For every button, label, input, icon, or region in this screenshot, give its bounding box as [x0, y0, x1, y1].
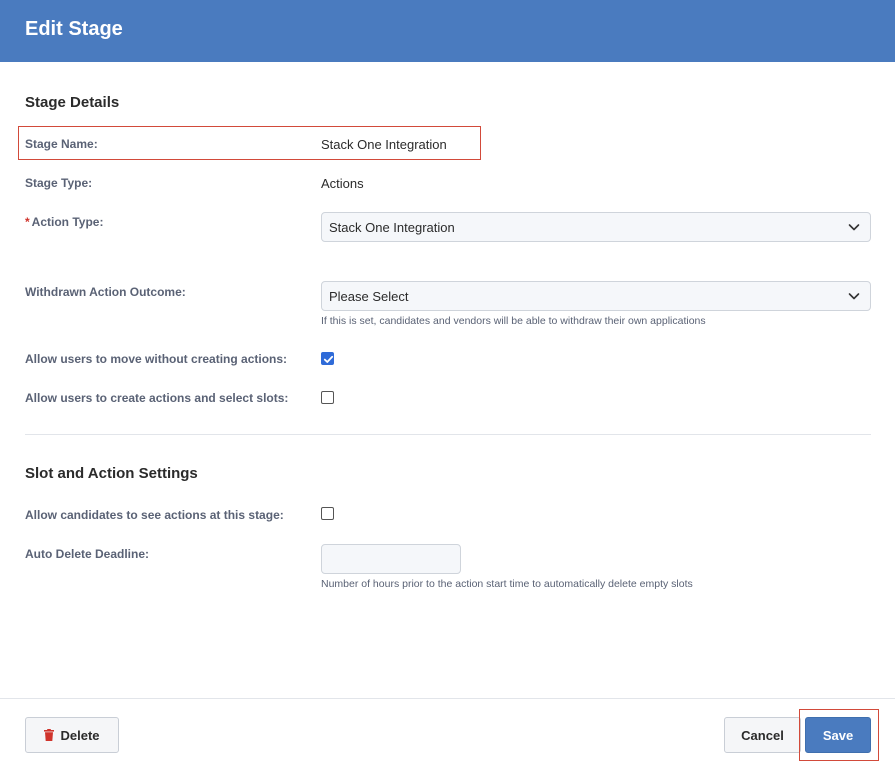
footer-divider — [0, 698, 895, 699]
stage-type-label: Stage Type: — [25, 176, 93, 190]
dialog-title: Edit Stage — [25, 18, 123, 40]
dialog-header: Edit Stage — [0, 0, 895, 62]
allow-candidates-label: Allow candidates to see actions at this … — [25, 508, 284, 522]
section-title-stage-details: Stage Details — [25, 94, 120, 111]
section-title-slot-settings: Slot and Action Settings — [25, 465, 198, 482]
trash-icon — [44, 729, 55, 741]
section-divider — [25, 434, 871, 435]
allow-move-label: Allow users to move without creating act… — [25, 352, 288, 366]
allow-candidates-checkbox[interactable] — [321, 507, 334, 520]
withdrawn-outcome-selected-value: Please Select — [329, 289, 409, 304]
action-type-label: * Action Type: — [25, 215, 103, 229]
delete-button-label: Delete — [60, 727, 100, 743]
stage-type-value: Actions — [321, 176, 364, 191]
checkmark-icon — [323, 355, 334, 363]
allow-create-label: Allow users to create actions and select… — [25, 391, 289, 405]
delete-button[interactable]: Delete — [25, 717, 119, 753]
cancel-button[interactable]: Cancel — [724, 717, 801, 753]
action-type-select[interactable]: Stack One Integration — [321, 212, 871, 242]
action-type-selected-value: Stack One Integration — [329, 220, 455, 235]
stage-name-label: Stage Name: — [25, 137, 98, 151]
save-button[interactable]: Save — [805, 717, 871, 753]
auto-delete-label: Auto Delete Deadline: — [25, 547, 150, 561]
auto-delete-help: Number of hours prior to the action star… — [321, 578, 693, 590]
cancel-button-label: Cancel — [741, 727, 784, 743]
chevron-down-icon — [848, 293, 860, 300]
required-marker: * — [25, 215, 30, 229]
save-button-label: Save — [822, 727, 854, 743]
withdrawn-outcome-label: Withdrawn Action Outcome: — [25, 285, 186, 299]
stage-name-value: Stack One Integration — [321, 137, 447, 152]
auto-delete-input[interactable] — [321, 544, 461, 574]
allow-create-checkbox[interactable] — [321, 391, 334, 404]
chevron-down-icon — [848, 224, 860, 231]
action-type-label-text: Action Type: — [31, 215, 104, 229]
withdrawn-outcome-help: If this is set, candidates and vendors w… — [321, 315, 706, 327]
allow-move-checkbox[interactable] — [321, 352, 334, 365]
withdrawn-outcome-select[interactable]: Please Select — [321, 281, 871, 311]
